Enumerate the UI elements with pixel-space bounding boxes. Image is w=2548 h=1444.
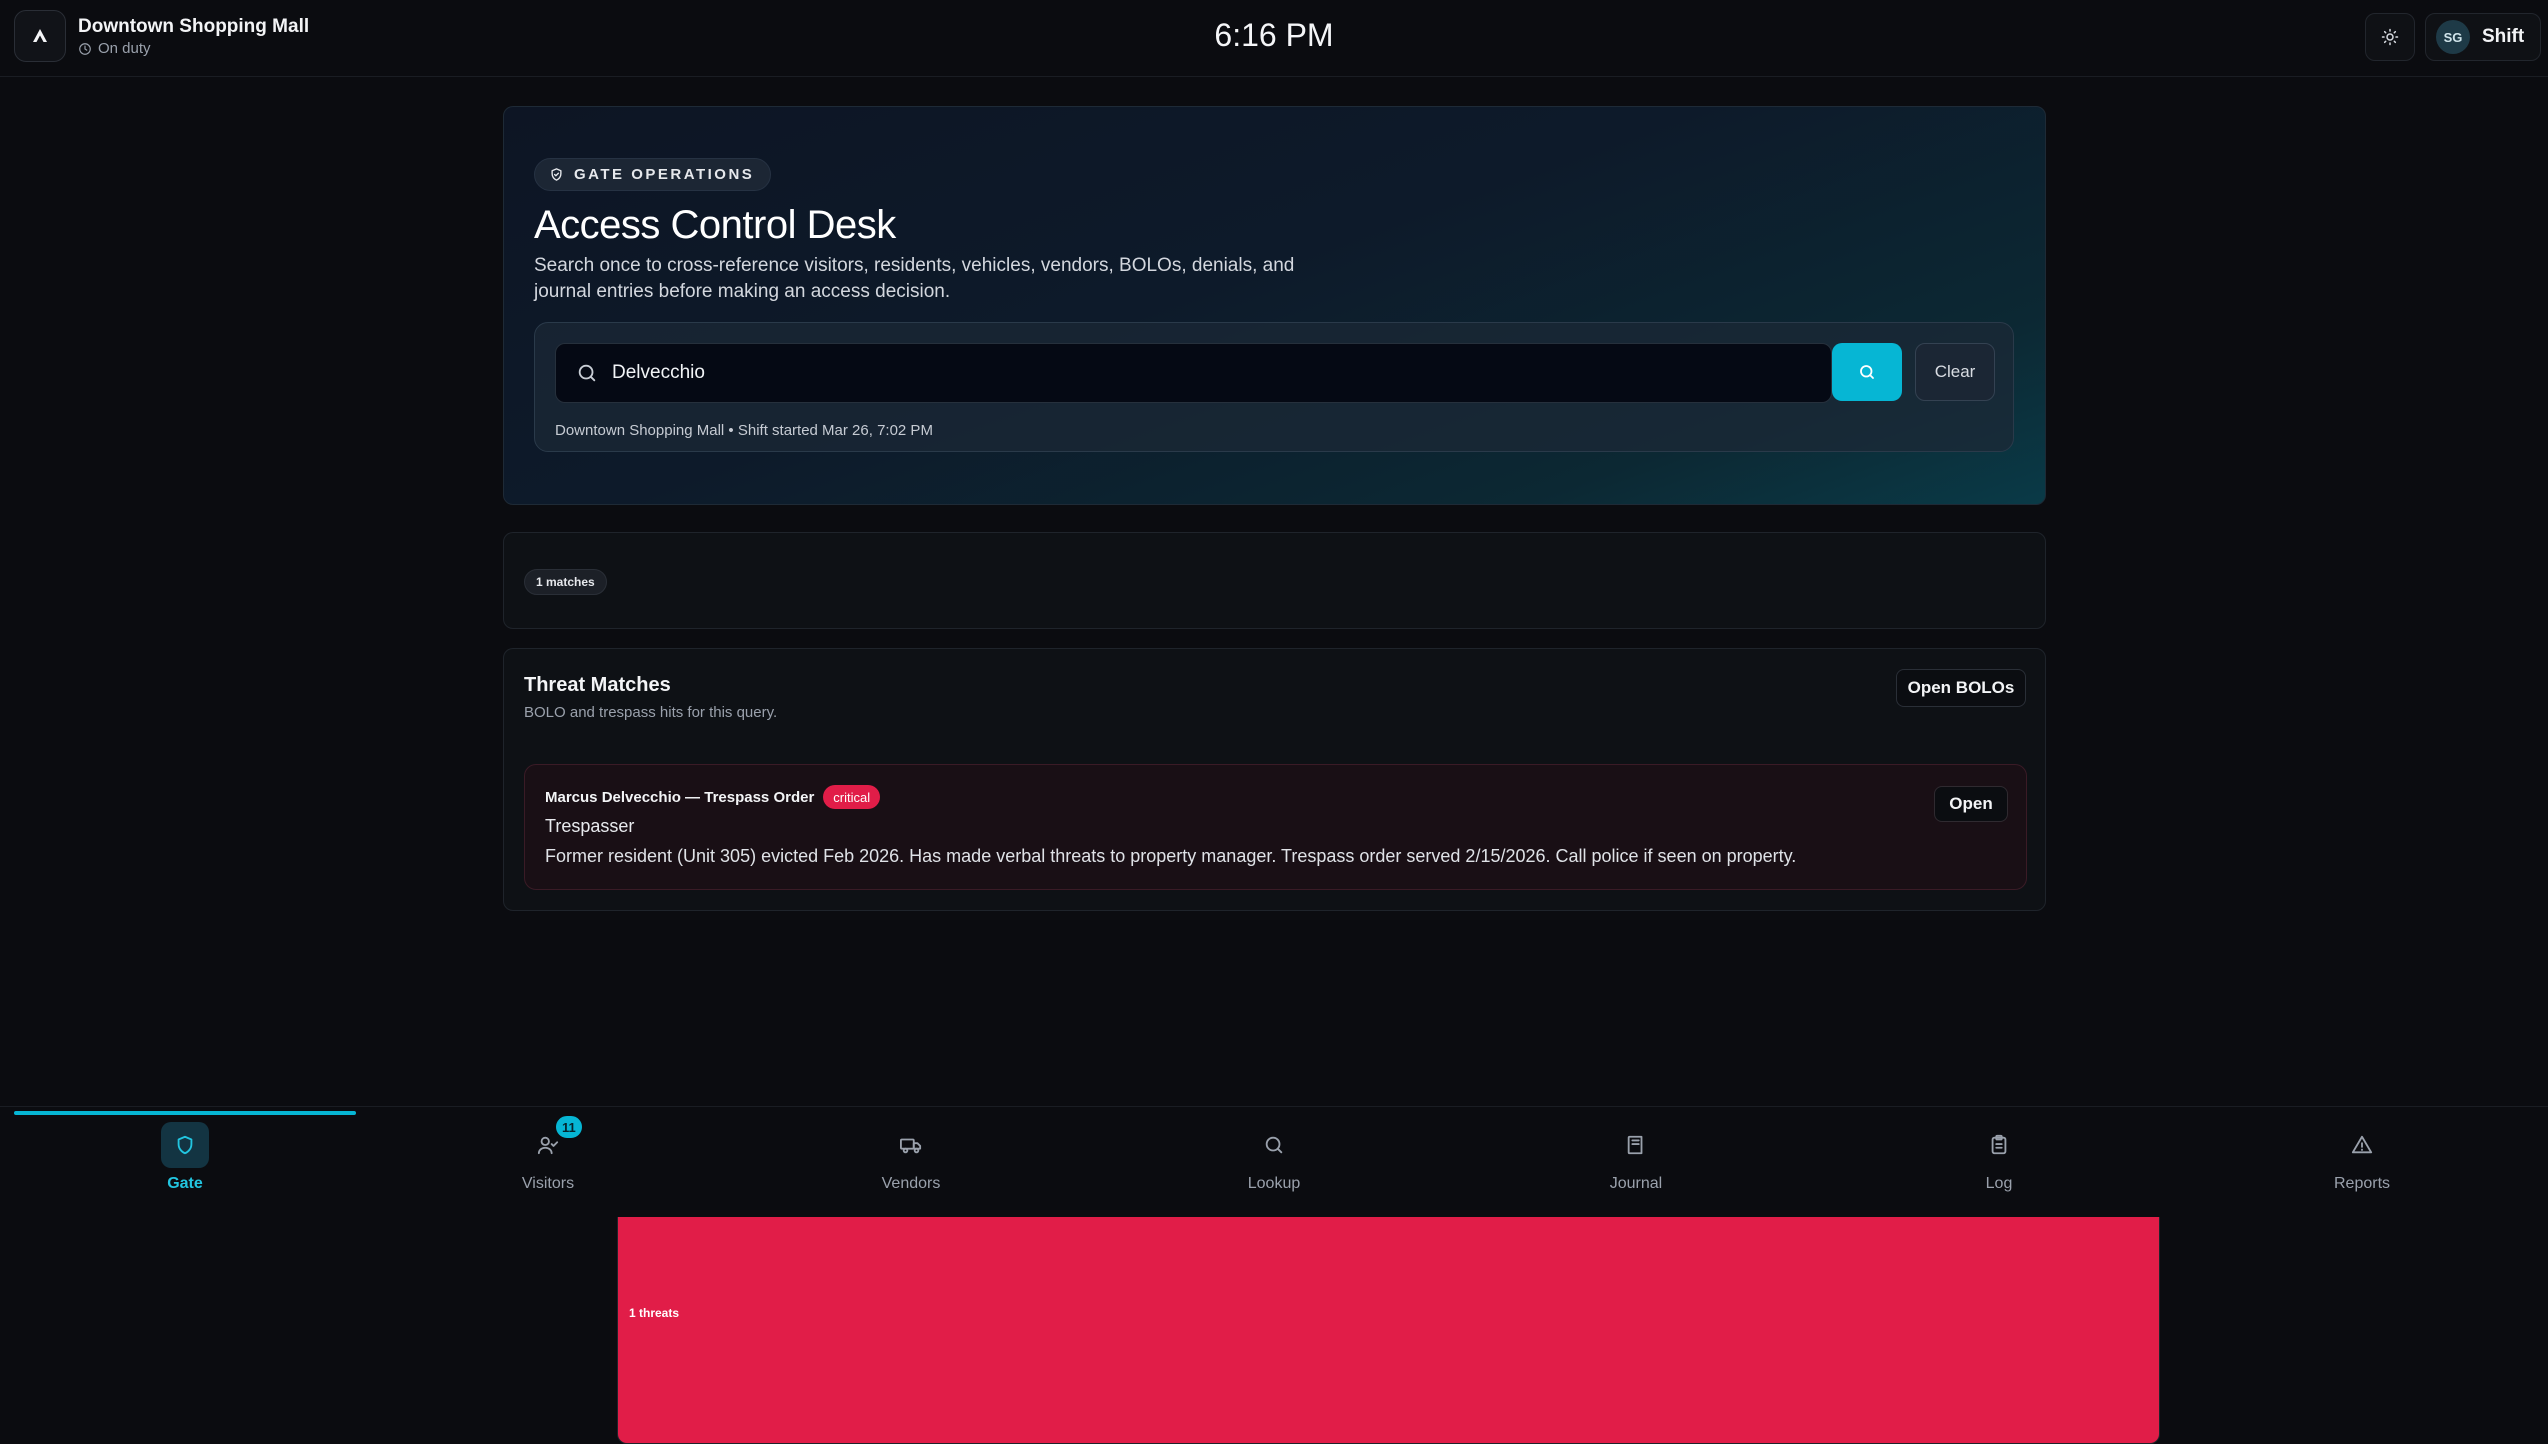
threat-match-description: Former resident (Unit 305) evicted Feb 2… [545,846,1797,866]
nav-label: Gate [167,1175,203,1192]
search-icon [1265,1136,1283,1154]
threat-match-header: Marcus Delvecchio — Trespass Order criti… [545,785,881,809]
shift-label: Shift [2482,26,2525,47]
nav-label: Reports [2333,1175,2391,1192]
threat-matches-card: Threat Matches BOLO and trespass hits fo… [503,648,2046,911]
shield-icon [177,1135,193,1155]
results-summary: 1 matches 1 threats [503,532,2160,1444]
section-pill: GATE OPERATIONS [534,158,772,191]
severity-badge: critical [823,785,881,809]
threats-count-badge: 1 threats [617,1181,2160,1444]
sun-icon [2381,28,2399,46]
nav-label: Visitors [521,1175,575,1192]
nav-label: Log [1985,1175,2013,1192]
active-tab-indicator [14,1111,356,1115]
site-name: Downtown Shopping Mall [78,16,310,37]
nav-item-log[interactable]: Log [1899,1122,2099,1207]
page-description: Search once to cross-reference visitors,… [534,255,1295,302]
search-panel: Clear Downtown Shopping Mall • Shift sta… [534,322,2014,452]
duty-status: On duty [78,40,151,57]
nav-visitors-icon-wrap: 11 [524,1114,584,1168]
triangle-logo-icon [33,29,47,42]
section-pill-label: GATE OPERATIONS [574,166,755,183]
clear-button[interactable]: Clear [1915,343,1995,401]
nav-vendors-icon-wrap [887,1122,935,1168]
nav-item-vendors[interactable]: Vendors [811,1122,1011,1207]
nav-item-gate[interactable]: Gate [85,1122,285,1207]
app-logo[interactable] [14,10,66,62]
search-icon [578,364,596,382]
bottom-navigation: Gate 11 Visitors Vendors Lookup Journal … [0,1106,2548,1217]
access-control-panel: GATE OPERATIONS Access Control Desk Sear… [503,106,2046,505]
nav-label: Lookup [1247,1175,1301,1192]
clock-icon [79,42,91,55]
nav-log-icon-wrap [1975,1122,2023,1168]
nav-label: Vendors [881,1175,941,1192]
nav-label: Journal [1609,1175,1663,1192]
matches-count-badge: 1 matches [524,569,607,595]
threat-match-item: Marcus Delvecchio — Trespass Order criti… [524,764,2027,890]
search-submit-button[interactable] [1832,343,1902,401]
search-icon [1860,365,1874,379]
threat-matches-subtitle: BOLO and trespass hits for this query. [524,704,778,721]
alert-triangle-icon [2351,1135,2373,1154]
threat-matches-title: Threat Matches [524,674,671,696]
nav-gate-icon-wrap [161,1122,209,1168]
nav-reports-icon-wrap [2338,1122,2386,1168]
clipboard-icon [1991,1134,2007,1155]
open-bolos-button[interactable]: Open BOLOs [1896,669,2026,707]
search-input[interactable] [612,362,1762,384]
nav-item-journal[interactable]: Journal [1536,1122,1736,1207]
page-title: Access Control Desk [534,203,896,247]
user-check-icon [537,1136,559,1155]
top-header: Downtown Shopping Mall On duty 6:16 PM S… [0,0,2548,77]
threat-match-type: Trespasser [545,816,635,836]
nav-lookup-icon-wrap [1250,1122,1298,1168]
nav-journal-icon-wrap [1612,1122,1660,1168]
clock: 6:16 PM [1214,17,1334,53]
shield-check-icon [551,168,562,181]
search-field[interactable] [555,343,1832,403]
nav-item-reports[interactable]: Reports [2262,1122,2462,1207]
duty-status-label: On duty [98,40,151,57]
nav-item-visitors[interactable]: 11 Visitors [448,1114,648,1207]
threat-match-name: Marcus Delvecchio — Trespass Order [545,788,815,806]
open-threat-button[interactable]: Open [1934,786,2008,822]
shift-menu-button[interactable]: SG Shift [2425,13,2541,61]
theme-toggle-button[interactable] [2365,13,2415,61]
visitors-count-badge: 11 [554,1114,584,1140]
truck-icon [900,1138,922,1154]
book-icon [1627,1135,1643,1155]
nav-item-lookup[interactable]: Lookup [1174,1122,1374,1207]
avatar: SG [2436,20,2470,54]
shift-meta: Downtown Shopping Mall • Shift started M… [555,422,933,439]
